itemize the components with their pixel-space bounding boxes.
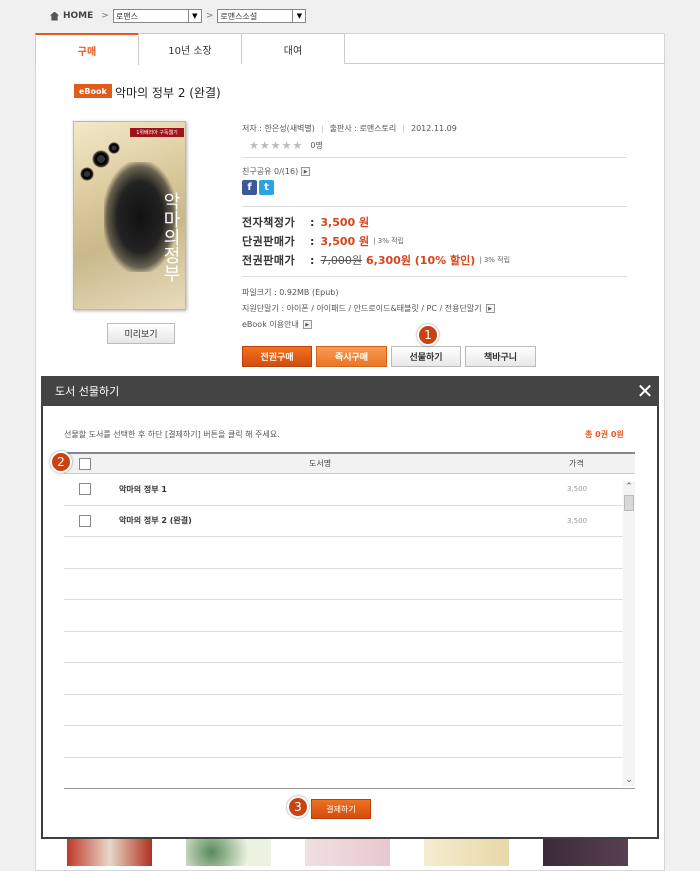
- chevron-down-icon[interactable]: ⌄: [623, 774, 635, 786]
- book-list: 악마의 정부 1 3,500 악마의 정부 2 (완결) 3,500: [64, 474, 635, 789]
- rating: ★ ★ ★ ★ ★ 0명: [249, 139, 323, 152]
- file-size: 파일크기 : 0.92MB (Epub): [242, 288, 339, 297]
- gift-button[interactable]: 선물하기: [391, 346, 461, 367]
- breadcrumb: HOME > 로맨스 ▼ > 로맨스소설 ▼: [50, 8, 307, 24]
- ebook-price: 전자책정가:3,500 원: [242, 215, 370, 230]
- facebook-icon[interactable]: f: [242, 180, 257, 195]
- step-marker-3: 3: [287, 796, 309, 818]
- recommend-thumb[interactable]: [186, 838, 271, 866]
- flower-decoration: [108, 142, 120, 154]
- scrollbar[interactable]: ⌃ ⌄: [623, 481, 635, 786]
- table-header: 도서명 가격: [64, 452, 635, 474]
- chevron-down-icon: ▼: [292, 10, 305, 22]
- table-row: [64, 632, 635, 663]
- category-select-2[interactable]: 로맨스소설 ▼: [217, 9, 307, 23]
- step-marker-1: 1: [417, 324, 439, 346]
- step-marker-2: 2: [50, 451, 72, 473]
- cart-button[interactable]: 책바구니: [465, 346, 536, 367]
- twitter-icon[interactable]: t: [259, 180, 274, 195]
- table-row: [64, 569, 635, 600]
- play-arrow-icon[interactable]: ▶: [302, 320, 312, 329]
- star-icon: ★: [281, 139, 292, 152]
- publisher: 출판사 : 로맨스토리: [329, 124, 397, 133]
- cover-band: 1위베리아 구독웹기: [130, 128, 184, 137]
- cover-title: 악마의정부: [160, 192, 181, 282]
- row-checkbox[interactable]: [79, 514, 91, 527]
- home-icon: [50, 11, 59, 21]
- home-link[interactable]: HOME: [50, 11, 93, 21]
- star-icon: ★: [270, 139, 281, 152]
- divider: [242, 157, 627, 158]
- recommend-thumb[interactable]: [67, 838, 152, 866]
- recommend-thumb[interactable]: [543, 838, 628, 866]
- table-row: 악마의 정부 2 (완결) 3,500: [64, 506, 635, 537]
- purchase-tabs: 구매 10년 소장 대여: [35, 33, 665, 65]
- buy-now-button[interactable]: 즉시구매: [316, 346, 387, 367]
- breadcrumb-separator: >: [101, 11, 109, 21]
- publish-date: 2012.11.09: [410, 124, 457, 133]
- preview-button[interactable]: 미리보기: [107, 323, 175, 344]
- row-checkbox[interactable]: [79, 483, 91, 496]
- point-info: | 3% 적립: [479, 256, 511, 264]
- book-meta: 저자 : 한은성(새벽별) | 출판사 : 로맨스토리 | 2012.11.09: [242, 123, 457, 134]
- breadcrumb-separator: >: [205, 11, 214, 21]
- scrollbar-thumb[interactable]: [624, 495, 634, 511]
- buy-all-button[interactable]: 전권구매: [242, 346, 312, 367]
- select-all-checkbox[interactable]: [79, 457, 91, 470]
- friend-share: 친구공유 0/(16) ▶: [242, 166, 311, 177]
- table-row: 악마의 정부 1 3,500: [64, 474, 635, 506]
- supported-devices: 지원단말기 : 아이폰 / 아이패드 / 안드로이드&태블릿 / PC / 전용…: [242, 303, 495, 314]
- close-icon[interactable]: ✕: [633, 379, 657, 403]
- table-row: [64, 663, 635, 695]
- divider: |: [320, 124, 324, 133]
- column-header-price: 가격: [569, 459, 584, 468]
- original-price: 7,000원: [320, 254, 363, 267]
- category-select-1[interactable]: 로맨스 ▼: [112, 9, 202, 23]
- table-row: [64, 695, 635, 726]
- recommend-thumb[interactable]: [424, 838, 509, 866]
- divider: [242, 206, 627, 207]
- table-row: [64, 758, 635, 789]
- usage-guide: eBook 이용안내 ▶: [242, 319, 312, 330]
- star-icon: ★: [292, 139, 303, 152]
- chevron-up-icon[interactable]: ⌃: [623, 481, 635, 493]
- pay-button[interactable]: 결제하기: [311, 799, 371, 819]
- tab-10year[interactable]: 10년 소장: [138, 33, 242, 64]
- full-price: 전권판매가:7,000원 6,300원 (10% 할인) | 3% 적립: [242, 253, 511, 268]
- play-arrow-icon[interactable]: ▶: [485, 304, 495, 313]
- sns-share: f t: [242, 180, 274, 195]
- modal-message: 선물할 도서를 선택한 후 하단 [결제하기] 버튼을 클릭 해 주세요.: [64, 430, 280, 439]
- chevron-down-icon: ▼: [187, 10, 201, 22]
- table-row: [64, 726, 635, 758]
- table-row: [64, 537, 635, 569]
- column-header-name: 도서명: [309, 459, 332, 468]
- flower-decoration: [80, 167, 94, 181]
- modal-title: 도서 선물하기: [41, 376, 659, 406]
- divider: [242, 276, 627, 277]
- table-row: [64, 600, 635, 632]
- book-cover[interactable]: 1위베리아 구독웹기 악마의정부: [73, 121, 186, 310]
- divider: |: [402, 124, 405, 133]
- ebook-badge: eBook: [74, 84, 112, 98]
- total-summary: 총 0권 0원: [585, 430, 624, 439]
- book-title: 악마의 정부 2 (완결): [115, 86, 221, 100]
- star-icon: ★: [259, 139, 270, 152]
- star-icon: ★: [249, 139, 259, 152]
- tab-rent[interactable]: 대여: [241, 33, 345, 64]
- recommend-thumb[interactable]: [305, 838, 390, 866]
- single-price: 단권판매가:3,500 원 | 3% 적립: [242, 234, 404, 249]
- author: 저자 : 한은성(새벽별): [242, 124, 315, 133]
- tab-buy[interactable]: 구매: [35, 33, 139, 65]
- play-arrow-icon[interactable]: ▶: [301, 167, 311, 176]
- rating-count: 0명: [310, 141, 323, 150]
- point-info: | 3% 적립: [373, 237, 404, 245]
